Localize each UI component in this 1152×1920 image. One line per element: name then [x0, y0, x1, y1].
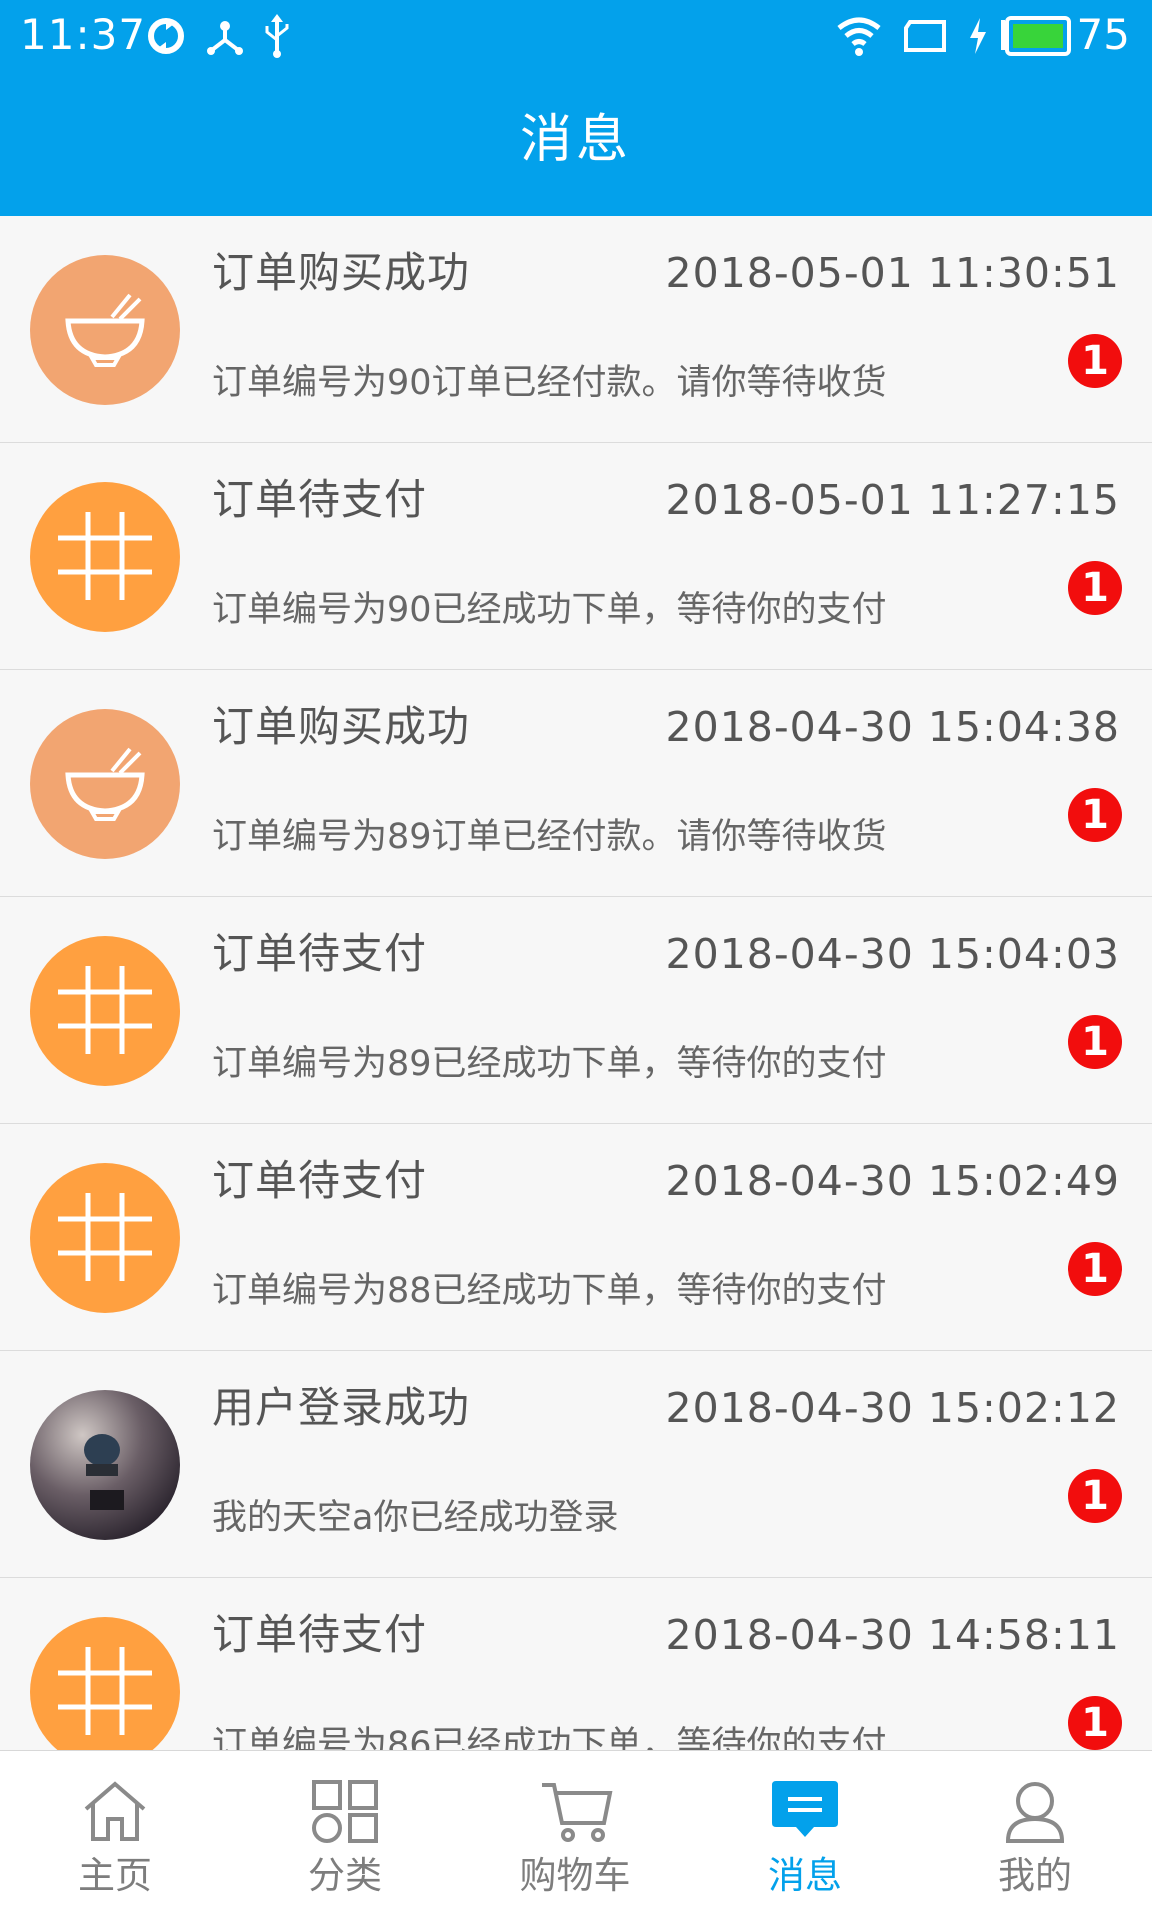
- message-title: 订单购买成功: [212, 702, 471, 751]
- message-list[interactable]: 订单购买成功 2018-05-01 11:30:51 订单编号为90订单已经付款。请…: [0, 216, 1152, 1750]
- message-row[interactable]: 订单购买成功 2018-05-01 11:30:51 订单编号为90订单已经付款。请…: [0, 216, 1152, 443]
- tab-home-label: 主页: [78, 1854, 152, 1897]
- tab-home[interactable]: 主页: [0, 1751, 230, 1920]
- tab-cart[interactable]: 购物车: [460, 1751, 690, 1920]
- message-time: 2018-04-30 15:04:38: [665, 703, 1120, 751]
- message-description: 订单编号为90已经成功下单，等待你的支付: [212, 590, 887, 630]
- message-time: 2018-05-01 11:30:51: [665, 249, 1120, 297]
- unread-badge: 1: [1068, 334, 1122, 388]
- bowl-icon: [30, 255, 180, 405]
- header-bar: 11:37 75 消息: [0, 0, 1152, 216]
- charging-icon: [970, 18, 986, 54]
- bowl-icon: [30, 709, 180, 859]
- tab-messages[interactable]: 消息: [690, 1751, 920, 1920]
- message-description: 订单编号为90订单已经付款。请你等待收货: [212, 363, 887, 403]
- screen-icon: [904, 20, 946, 52]
- app-screen: 11:37 75 消息 订单购买成功 2018-05-01 11:30:51 订…: [0, 0, 1152, 1920]
- message-row[interactable]: 订单待支付 2018-04-30 14:58:11 订单编号为86已经成功下单，等待…: [0, 1578, 1152, 1750]
- page-title: 消息: [519, 110, 632, 170]
- category-icon: [312, 1780, 378, 1843]
- status-time: 11:37: [20, 10, 147, 59]
- sync-icon: [148, 18, 184, 54]
- user-photo: [30, 1390, 180, 1540]
- battery-icon: [1001, 16, 1071, 56]
- tab-category[interactable]: 分类: [230, 1751, 460, 1920]
- tab-cart-label: 购物车: [519, 1854, 631, 1897]
- tab-messages-label: 消息: [768, 1854, 842, 1897]
- message-title: 用户登录成功: [212, 1383, 471, 1432]
- message-description: 我的天空a你已经成功登录: [212, 1498, 619, 1538]
- message-title: 订单待支付: [212, 475, 428, 524]
- message-row[interactable]: 订单待支付 2018-04-30 15:02:49 订单编号为88已经成功下单，等待…: [0, 1124, 1152, 1351]
- message-icon: [772, 1781, 838, 1837]
- home-icon: [84, 1781, 146, 1841]
- tab-profile-label: 我的: [998, 1854, 1072, 1897]
- message-title: 订单购买成功: [212, 248, 471, 297]
- message-time: 2018-05-01 11:27:15: [665, 476, 1120, 524]
- unread-badge: 1: [1068, 788, 1122, 842]
- message-description: 订单编号为89已经成功下单，等待你的支付: [212, 1044, 887, 1084]
- unread-badge: 1: [1068, 1015, 1122, 1069]
- grid-hash-icon: [30, 936, 180, 1086]
- bottom-tab-bar: 主页 分类 购物车 消息 我的: [0, 1750, 1152, 1920]
- cart-icon: [542, 1783, 613, 1842]
- message-row[interactable]: 订单待支付 2018-04-30 15:04:03 订单编号为89已经成功下单，等待…: [0, 897, 1152, 1124]
- message-time: 2018-04-30 15:04:03: [665, 930, 1120, 978]
- unread-badge: 1: [1068, 561, 1122, 615]
- unread-badge: 1: [1068, 1696, 1122, 1750]
- message-title: 订单待支付: [212, 929, 428, 978]
- message-time: 2018-04-30 15:02:49: [665, 1157, 1120, 1205]
- grid-hash-icon: [30, 1617, 180, 1750]
- tab-category-label: 分类: [308, 1854, 382, 1897]
- message-row[interactable]: 用户登录成功 2018-04-30 15:02:12 我的天空a你已经成功登录 1: [0, 1351, 1152, 1578]
- profile-icon: [1005, 1782, 1065, 1843]
- unread-badge: 1: [1068, 1469, 1122, 1523]
- usb-tether-icon: [207, 21, 243, 55]
- message-title: 订单待支付: [212, 1610, 428, 1659]
- message-description: 订单编号为89订单已经付款。请你等待收货: [212, 817, 887, 857]
- battery-level: 75: [1076, 10, 1130, 59]
- message-description: 订单编号为86已经成功下单，等待你的支付: [212, 1725, 887, 1750]
- unread-badge: 1: [1068, 1242, 1122, 1296]
- message-title: 订单待支付: [212, 1156, 428, 1205]
- grid-hash-icon: [30, 482, 180, 632]
- message-description: 订单编号为88已经成功下单，等待你的支付: [212, 1271, 887, 1311]
- message-time: 2018-04-30 14:58:11: [665, 1611, 1120, 1659]
- message-time: 2018-04-30 15:02:12: [665, 1384, 1120, 1432]
- wifi-icon: [837, 17, 881, 56]
- message-row[interactable]: 订单购买成功 2018-04-30 15:04:38 订单编号为89订单已经付款。请…: [0, 670, 1152, 897]
- message-row[interactable]: 订单待支付 2018-05-01 11:27:15 订单编号为90已经成功下单，等待…: [0, 443, 1152, 670]
- usb-icon: [265, 14, 289, 58]
- grid-hash-icon: [30, 1163, 180, 1313]
- status-bar: 11:37 75: [0, 0, 1152, 70]
- tab-profile[interactable]: 我的: [920, 1751, 1150, 1920]
